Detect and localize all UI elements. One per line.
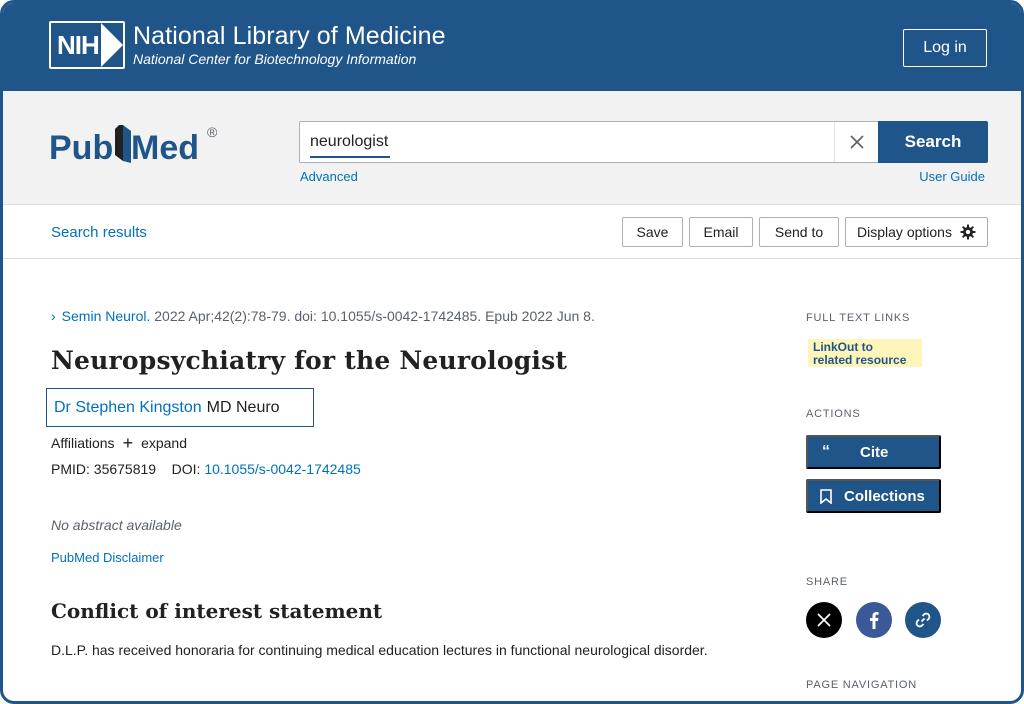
close-icon — [849, 135, 864, 149]
doi-link[interactable]: 10.1055/s-0042-1742485 — [204, 461, 360, 477]
facebook-icon — [870, 612, 879, 629]
quote-icon: “ — [822, 443, 830, 460]
email-button[interactable]: Email — [689, 217, 753, 247]
cite-label: Cite — [860, 443, 889, 461]
article-toolbar: Search results Save Email Send to Displa… — [3, 205, 1021, 259]
collections-label: Collections — [844, 487, 925, 505]
share-facebook-button[interactable] — [856, 602, 892, 638]
link-icon — [915, 612, 931, 628]
display-options-button[interactable]: Display options — [845, 217, 988, 247]
linkout-button[interactable]: LinkOut to related resource — [808, 339, 922, 367]
cite-button[interactable]: “ Cite — [806, 435, 941, 469]
page-navigation-heading: PAGE NAVIGATION — [806, 679, 918, 691]
nih-subtitle: National Center for Biotechnology Inform… — [133, 51, 417, 67]
affiliations-row: Affiliations + expand — [51, 434, 187, 452]
pubmed-logo-book — [115, 125, 123, 161]
share-x-button[interactable] — [806, 602, 842, 638]
pubmed-logo-med: Med — [131, 129, 199, 167]
nih-logo-arrow — [101, 23, 123, 67]
full-text-links-heading: FULL TEXT LINKS — [806, 312, 911, 324]
author-list: Dr Stephen Kingston MD Neuro — [46, 388, 314, 427]
coi-text: D.L.P. has received honoraria for contin… — [51, 642, 708, 658]
no-abstract-note: No abstract available — [51, 517, 182, 533]
search-header: Pub Med ® Search Advanced User Guide — [3, 91, 1021, 205]
citation-details: 2022 Apr;42(2):78-79. doi: 10.1055/s-004… — [150, 308, 595, 324]
send-to-button[interactable]: Send to — [759, 217, 839, 247]
login-button[interactable]: Log in — [903, 29, 987, 67]
pubmed-disclaimer-link[interactable]: PubMed Disclaimer — [51, 550, 164, 565]
registered-mark: ® — [207, 124, 218, 140]
article-title: Neuropsychiatry for the Neurologist — [51, 346, 568, 375]
chevron-right-icon[interactable]: › — [51, 308, 56, 324]
collections-button[interactable]: Collections — [806, 479, 941, 513]
citation-line: › Semin Neurol. 2022 Apr;42(2):78-79. doi… — [51, 308, 595, 324]
actions-heading: ACTIONS — [806, 408, 861, 420]
share-heading: SHARE — [806, 576, 848, 588]
journal-link[interactable]: Semin Neurol. — [62, 308, 151, 324]
browser-frame: NIH National Library of Medicine Nationa… — [0, 0, 1024, 704]
user-guide-link[interactable]: User Guide — [919, 169, 985, 184]
save-button[interactable]: Save — [622, 217, 683, 247]
search-input-underline — [310, 156, 390, 158]
plus-icon[interactable]: + — [123, 434, 134, 452]
nih-banner: NIH National Library of Medicine Nationa… — [3, 3, 1021, 91]
identifiers-row: PMID: 35675819 DOI: 10.1055/s-0042-17424… — [51, 461, 361, 477]
display-options-label: Display options — [857, 224, 952, 240]
pubmed-logo[interactable]: Pub Med ® — [49, 117, 229, 167]
doi-label: DOI: — [171, 461, 205, 477]
linkout-line-2: related resource — [813, 353, 907, 367]
x-logo-icon — [817, 613, 831, 627]
search-box — [299, 121, 879, 163]
pmid: PMID: 35675819 — [51, 461, 157, 477]
nih-logo[interactable]: NIH — [49, 21, 125, 69]
share-permalink-button[interactable] — [905, 602, 941, 638]
search-results-link[interactable]: Search results — [51, 224, 147, 241]
search-input[interactable] — [310, 130, 820, 154]
search-button[interactable]: Search — [878, 121, 988, 163]
gear-icon — [960, 224, 976, 240]
pubmed-logo-pub: Pub — [49, 129, 113, 167]
coi-heading: Conflict of interest statement — [51, 599, 383, 623]
advanced-search-link[interactable]: Advanced — [300, 169, 358, 184]
bookmark-icon — [808, 488, 844, 504]
author-link[interactable]: Dr Stephen Kingston — [54, 399, 202, 417]
author-degree: MD Neuro — [206, 398, 280, 416]
nih-title[interactable]: National Library of Medicine — [133, 22, 446, 51]
nih-logo-text: NIH — [57, 29, 100, 60]
affiliations-label: Affiliations — [51, 435, 115, 451]
pubmed-logo-book-page — [123, 125, 131, 163]
expand-affiliations-button[interactable]: expand — [141, 435, 187, 451]
clear-search-button[interactable] — [834, 122, 878, 162]
